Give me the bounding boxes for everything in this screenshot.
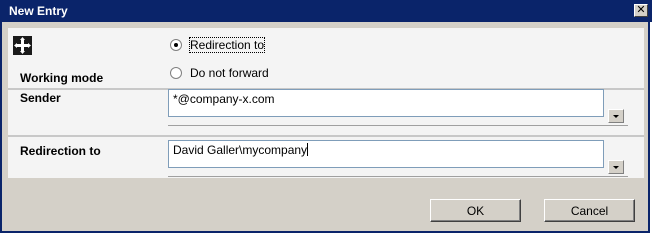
radio-button[interactable] xyxy=(170,67,182,79)
redirection-value: David Galler\mycompany xyxy=(173,143,308,157)
redirection-label: Redirection to xyxy=(20,144,101,158)
window-title: New Entry xyxy=(9,4,68,18)
sender-dropdown-button[interactable] xyxy=(608,109,624,123)
text-caret xyxy=(307,143,309,156)
sender-label: Sender xyxy=(20,91,61,105)
sender-underline xyxy=(168,125,628,126)
close-button[interactable]: ✕ xyxy=(634,4,648,17)
redirection-dropdown-button[interactable] xyxy=(608,160,624,174)
move-arrows-icon xyxy=(13,36,32,55)
close-icon: ✕ xyxy=(636,4,646,16)
radio-do-not-forward[interactable]: Do not forward xyxy=(170,66,269,80)
redirection-underline xyxy=(168,176,628,177)
radio-redirection-to[interactable]: Redirection to xyxy=(170,37,266,53)
chevron-down-icon xyxy=(613,165,619,169)
ok-button[interactable]: OK xyxy=(430,199,521,222)
sender-value: *@company-x.com xyxy=(173,92,275,106)
redirection-input[interactable]: David Galler\mycompany xyxy=(168,140,604,168)
chevron-down-icon xyxy=(613,114,619,118)
working-mode-label: Working mode xyxy=(20,71,104,85)
title-bar[interactable]: New Entry ✕ xyxy=(2,0,652,22)
radio-label: Do not forward xyxy=(190,66,269,80)
radio-button[interactable] xyxy=(170,39,182,51)
divider xyxy=(8,135,644,137)
sender-input[interactable]: *@company-x.com xyxy=(168,89,604,117)
cancel-button[interactable]: Cancel xyxy=(544,199,635,222)
radio-label: Redirection to xyxy=(188,37,266,53)
new-entry-dialog: New Entry ✕ Redirection to Do not forwar… xyxy=(0,0,652,233)
